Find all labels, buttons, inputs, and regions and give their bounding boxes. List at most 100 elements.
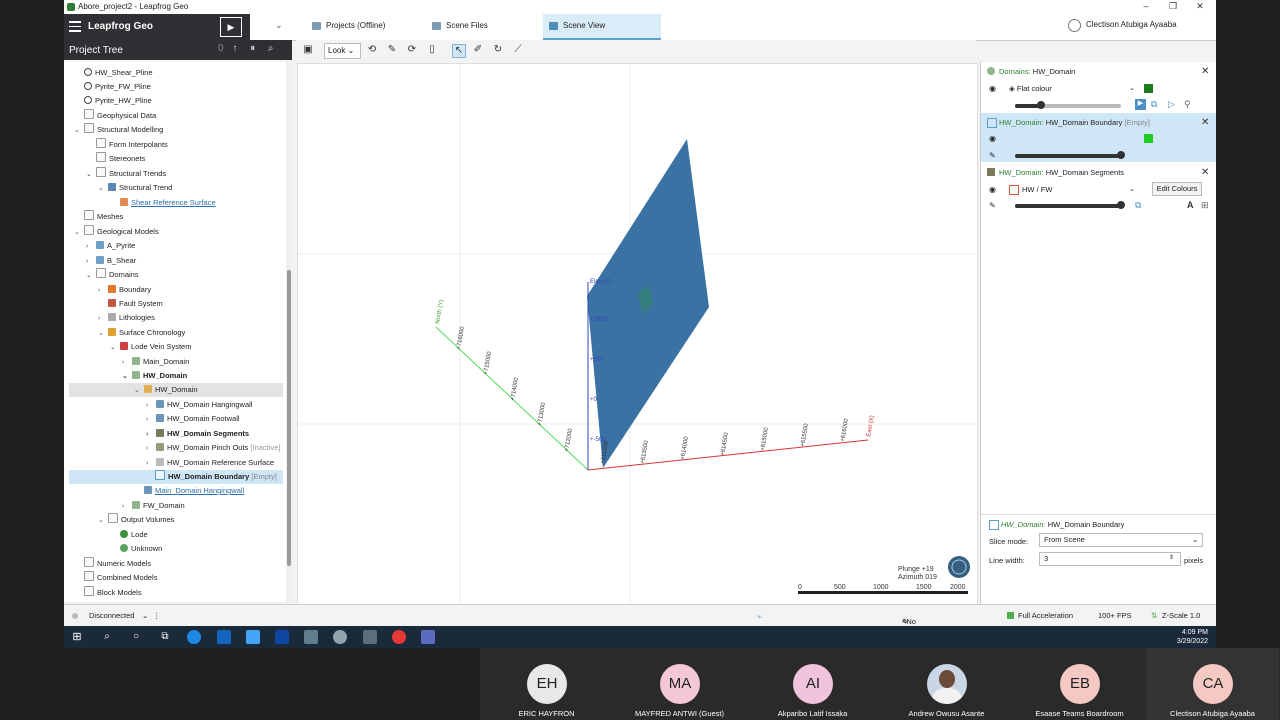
slider-knob[interactable]	[1037, 101, 1045, 109]
play-icon[interactable]: ▶	[1135, 99, 1146, 110]
tree-item[interactable]: › Main_Domain	[122, 355, 189, 369]
chevron-down-icon[interactable]: ⌄	[110, 341, 120, 355]
slice-icon[interactable]: ⧉	[1151, 99, 1157, 110]
opacity-slider[interactable]	[1015, 151, 1125, 159]
close-layer-icon[interactable]: ✕	[1201, 66, 1209, 77]
opacity-slider[interactable]	[1015, 201, 1125, 209]
tree-item[interactable]: ⌄ Surface Chronology	[98, 326, 185, 340]
task-view-icon[interactable]: ⧉	[158, 630, 172, 644]
cortana-icon[interactable]: ○	[129, 630, 143, 644]
chevron-right-icon[interactable]: ›	[146, 457, 156, 471]
tree-item[interactable]: HW_Shear_Pline	[84, 66, 153, 80]
screenshot-icon[interactable]: ▣	[302, 44, 314, 56]
chevron-down-icon[interactable]: ⌄	[74, 124, 84, 138]
chevron-right-icon[interactable]: ›	[86, 240, 96, 254]
mail-icon[interactable]	[246, 630, 260, 644]
more-icon[interactable]: ⋮	[153, 611, 161, 620]
triangle-icon[interactable]: ▷	[1168, 99, 1175, 110]
tree-item[interactable]: › HW_Domain Pinch Outs [Inactive]	[146, 441, 280, 455]
tree-item[interactable]: ⌄ Lode Vein System	[110, 340, 191, 354]
scrollbar-thumb[interactable]	[287, 270, 291, 566]
draw-icon[interactable]: ✎	[386, 44, 398, 56]
paint-brush-icon[interactable]: ⚲	[1184, 99, 1191, 110]
tree-item[interactable]: › Boundary	[98, 283, 151, 297]
tree-item[interactable]: › FW_Domain	[122, 499, 185, 513]
slice-mode-dropdown[interactable]: From Scene ⌄	[1039, 533, 1203, 547]
chevron-right-icon[interactable]: ›	[146, 399, 156, 413]
tree-item[interactable]: ⌄ Geological Models	[74, 225, 159, 239]
tree-item[interactable]: Pyrite_HW_Pline	[84, 94, 152, 108]
pencil-icon[interactable]: ✎	[989, 201, 996, 210]
tree-item[interactable]: ⌄ HW_Domain	[69, 383, 283, 397]
tree-item[interactable]: ⌄ Structural Trend	[98, 181, 172, 195]
eye-icon[interactable]: ◉	[989, 134, 996, 143]
look-dropdown[interactable]: Look ⌄	[324, 43, 361, 59]
outlook-icon[interactable]	[275, 630, 289, 644]
slice-icon[interactable]: ▯	[426, 44, 438, 56]
tree-item[interactable]: Numeric Models	[74, 557, 151, 571]
up-arrow-icon[interactable]: ↑	[232, 43, 237, 54]
tree-item[interactable]: Unknown	[120, 542, 162, 556]
participant-tile[interactable]: CA Clectison Atubiga Ayaaba	[1146, 648, 1279, 720]
tree-item-selected[interactable]: HW_Domain Boundary [Empty]	[69, 470, 283, 484]
tree-item[interactable]: Fault System	[98, 297, 163, 311]
tree-scrollbar[interactable]	[286, 62, 292, 602]
tab-scene-view[interactable]: Scene View	[543, 14, 661, 40]
orientation-globe-icon[interactable]	[948, 556, 970, 578]
participant-tile[interactable]: EH ERIC HAYFRON	[480, 648, 613, 720]
tree-item[interactable]: ⌄ Output Volumes	[98, 513, 174, 527]
colour-swatch[interactable]	[1144, 84, 1153, 93]
chevron-right-icon[interactable]: ›	[86, 255, 96, 269]
tree-item[interactable]: Stereonets	[86, 152, 145, 166]
hamburger-menu-icon[interactable]	[69, 21, 81, 35]
slider-knob[interactable]	[1117, 201, 1125, 209]
zscale-readout[interactable]: Z-Scale 1.0	[1162, 611, 1200, 620]
minimize-button[interactable]: –	[1136, 1, 1156, 11]
colour-mode-dropdown[interactable]: ◈ Flat colour	[1009, 84, 1052, 93]
chevron-right-icon[interactable]: ›	[98, 284, 108, 298]
search-icon[interactable]: ⌕	[268, 43, 274, 54]
scene-viewport[interactable]: North (Y) Elev (Z) East (X) +716000 +715…	[297, 63, 978, 606]
participant-tile[interactable]: MA MAYFRED ANTWI (Guest)	[613, 648, 746, 720]
chevron-down-icon[interactable]: ⌄	[98, 514, 108, 528]
tree-item[interactable]: ⌄ Structural Trends	[86, 167, 166, 181]
tree-item[interactable]: ⌄ Structural Modelling	[74, 123, 163, 137]
close-layer-icon[interactable]: ✕	[1201, 167, 1209, 178]
chevron-down-icon[interactable]: ⌄	[98, 182, 108, 196]
tree-item[interactable]: ⌄ HW_Domain	[122, 369, 187, 383]
tree-item[interactable]: Combined Models	[74, 571, 157, 585]
select-icon[interactable]: ↖	[452, 44, 466, 58]
tree-item[interactable]: › B_Shear	[86, 254, 136, 268]
leapfrog-icon[interactable]	[333, 630, 347, 644]
participant-tile[interactable]: EB Esaase Teams Boardroom	[1013, 648, 1146, 720]
slider-knob[interactable]	[1117, 151, 1125, 159]
opacity-slider[interactable]	[1015, 101, 1121, 109]
chevron-right-icon[interactable]: ›	[146, 413, 156, 427]
tree-item[interactable]: › Lithologies	[98, 311, 155, 325]
stepper-icon[interactable]: ⇕	[1169, 552, 1174, 564]
grid-icon[interactable]: ⊞	[1201, 200, 1209, 211]
edit-colours-button[interactable]: Edit Colours	[1152, 182, 1202, 196]
chevron-right-icon[interactable]: ›	[98, 312, 108, 326]
windows-start-icon[interactable]: ⊞	[70, 630, 84, 644]
tree-item[interactable]: › HW_Domain Reference Surface	[146, 456, 274, 470]
chevron-down-icon[interactable]: ⌄	[275, 20, 283, 31]
tree-item[interactable]: Shear Reference Surface	[110, 196, 216, 210]
chevron-down-icon[interactable]: ⌄	[86, 269, 96, 283]
colour-mode-dropdown[interactable]: HW / FW	[1009, 185, 1052, 195]
taskbar-clock[interactable]: 4:09 PM 3/29/2022	[1177, 628, 1208, 646]
participant-tile[interactable]: Andrew Owusu Asante	[880, 648, 1013, 720]
tree-item[interactable]: › HW_Domain Footwall	[146, 412, 240, 426]
axis-icon[interactable]: ⟀	[758, 611, 763, 621]
tree-item[interactable]: Meshes	[74, 210, 123, 224]
chevron-down-icon[interactable]: ⌄	[86, 168, 96, 182]
tree-item[interactable]: › A_Pyrite	[86, 239, 135, 253]
tree-item[interactable]: Lode	[120, 528, 148, 542]
play-icon[interactable]: ▶	[220, 17, 242, 37]
pause-icon[interactable]: ⏸	[250, 43, 255, 54]
pencil-icon[interactable]: ✎	[989, 151, 996, 160]
chrome-icon[interactable]	[392, 630, 406, 644]
chevron-down-icon[interactable]: ⌄	[142, 611, 148, 620]
connection-status[interactable]: Disconnected	[89, 611, 134, 620]
calculator-icon[interactable]	[304, 630, 318, 644]
